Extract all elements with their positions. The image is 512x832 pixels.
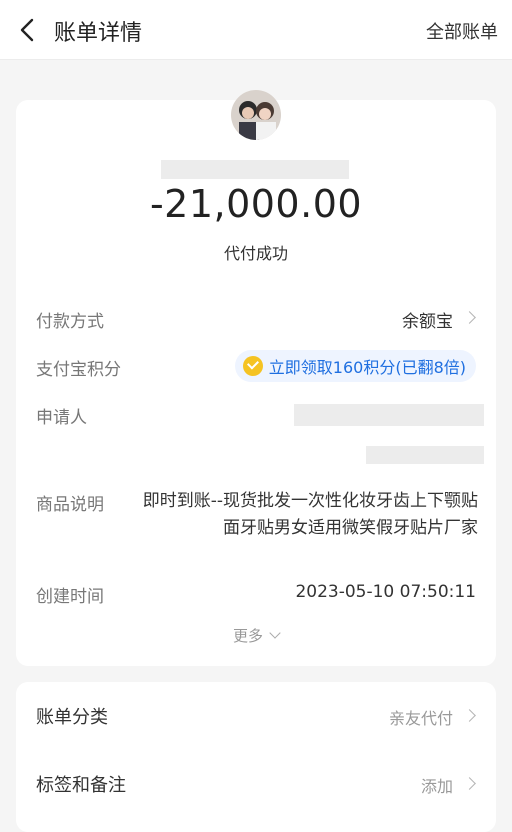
top-nav-bar: 账单详情 全部账单: [0, 0, 512, 60]
chevron-right-icon: [463, 776, 476, 790]
claim-points-button[interactable]: 立即领取160积分(已翻8倍): [234, 350, 476, 382]
bill-settings-card: 账单分类 亲友代付 标签和备注 添加: [16, 682, 496, 832]
masked-applicant-account: [366, 446, 484, 464]
avatar: [231, 90, 281, 140]
all-bills-link[interactable]: 全部账单: [426, 18, 498, 44]
bill-category-label: 账单分类: [36, 707, 108, 728]
claim-points-text: 立即领取160积分(已翻8倍): [268, 358, 466, 377]
tags-notes-row[interactable]: 添加: [420, 773, 476, 797]
chevron-down-icon: [269, 627, 281, 639]
page-title: 账单详情: [54, 21, 143, 46]
points-coin-icon: [242, 356, 263, 376]
back-button[interactable]: [10, 12, 46, 48]
tags-notes-value: 添加: [420, 777, 453, 796]
created-time-label: 创建时间: [36, 587, 104, 607]
amount: -21,000.00: [149, 182, 363, 226]
created-time-value: 2023-05-10 07:50:11: [295, 582, 476, 602]
tags-notes-label: 标签和备注: [36, 775, 126, 796]
payment-method-label: 付款方式: [36, 312, 104, 332]
more-button[interactable]: 更多: [16, 625, 496, 646]
bill-detail-card: -21,000.00 代付成功 付款方式 余额宝 支付宝积分 立即领取160积分…: [16, 90, 496, 666]
payment-method-row[interactable]: 余额宝: [402, 307, 476, 332]
more-label: 更多: [232, 627, 263, 645]
chevron-right-icon: [463, 708, 476, 722]
chevron-right-icon: [463, 311, 476, 324]
transaction-status: 代付成功: [223, 244, 288, 263]
bill-category-row[interactable]: 亲友代付: [388, 705, 476, 729]
bill-category-value: 亲友代付: [388, 709, 453, 728]
masked-applicant-name: [294, 404, 484, 426]
applicant-label: 申请人: [36, 408, 87, 428]
points-label: 支付宝积分: [36, 360, 121, 380]
description-value: 即时到账--现货批发一次性化妆牙齿上下颚贴面牙贴男女适用微笑假牙贴片厂家: [142, 491, 478, 538]
payment-method-value: 余额宝: [402, 312, 453, 332]
masked-counterparty-name: [161, 160, 349, 179]
back-arrow-icon: [20, 18, 34, 42]
description-label: 商品说明: [36, 495, 104, 515]
